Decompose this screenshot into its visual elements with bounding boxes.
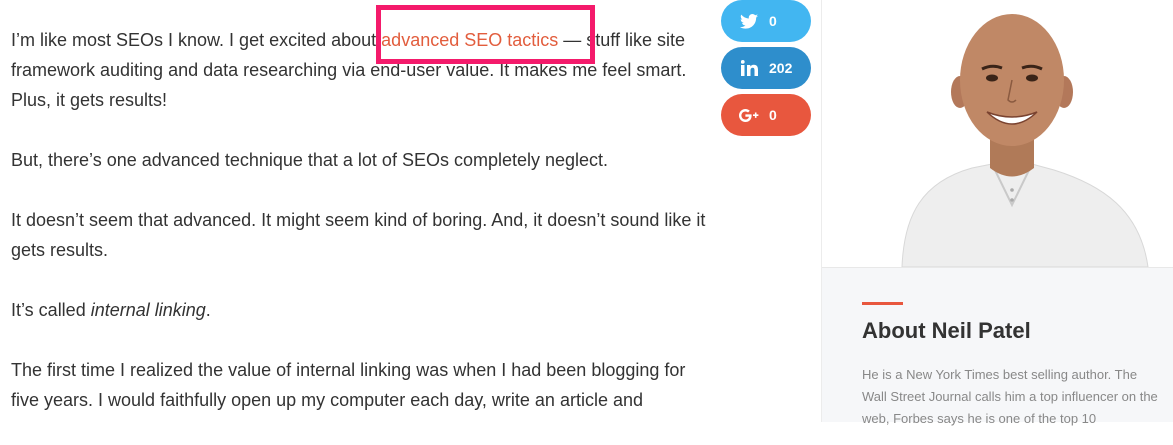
accent-divider — [862, 302, 903, 305]
google-plus-share-count: 0 — [769, 107, 777, 123]
twitter-share-button[interactable]: 0 — [721, 0, 811, 42]
about-author-title: About Neil Patel — [862, 318, 1031, 343]
article-body: I’m like most SEOs I know. I get excited… — [11, 25, 716, 445]
emphasis-text: internal linking — [90, 300, 206, 320]
paragraph-5: The first time I realized the value of i… — [11, 360, 686, 410]
linkedin-share-count: 202 — [769, 60, 793, 76]
author-sidebar: About Neil Patel He is a New York Times … — [821, 0, 1173, 426]
paragraph-text: I’m like most SEOs I know. I get excited… — [11, 30, 382, 50]
highlight-annotation-box — [376, 5, 595, 64]
paragraph-3: It doesn’t seem that advanced. It might … — [11, 210, 706, 260]
paragraph-2: But, there’s one advanced technique that… — [11, 150, 609, 170]
about-author-text: He is a New York Times best selling auth… — [862, 367, 1158, 426]
paragraph-1: I’m like most SEOs I know. I get excited… — [11, 25, 716, 115]
linkedin-icon — [729, 60, 769, 76]
twitter-icon — [729, 13, 769, 29]
google-plus-share-button[interactable]: 0 — [721, 94, 811, 136]
twitter-share-count: 0 — [769, 13, 777, 29]
paragraph-text: It’s called — [11, 300, 91, 320]
paragraph-text: . — [205, 300, 211, 320]
author-photo — [822, 0, 1173, 268]
google-plus-icon — [729, 108, 769, 122]
paragraph-4: It’s called internal linking. — [11, 295, 716, 325]
linkedin-share-button[interactable]: 202 — [721, 47, 811, 89]
